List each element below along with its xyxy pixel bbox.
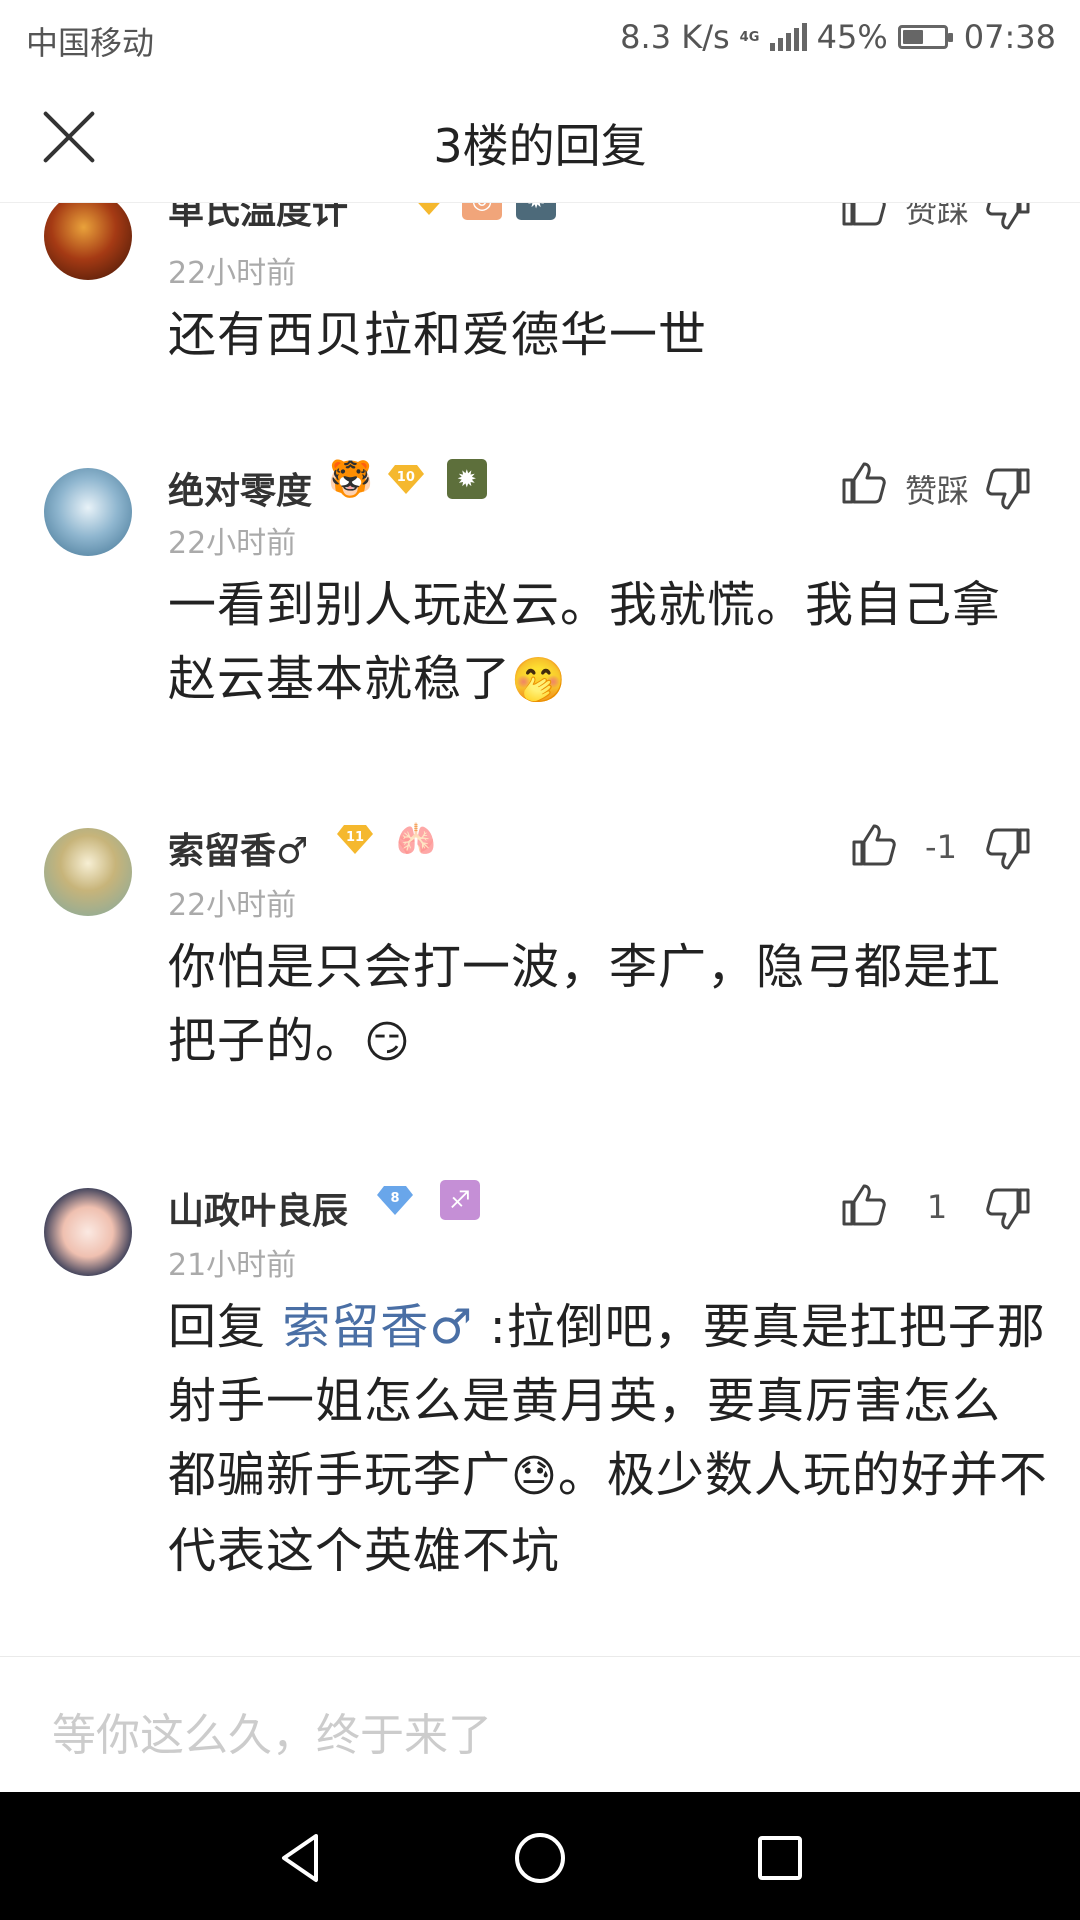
username[interactable]: 索留香♂ <box>168 822 308 874</box>
battery-icon <box>897 25 953 49</box>
level-badge-icon: 10 <box>387 463 425 495</box>
emoji-icon: 😏 <box>364 1017 411 1068</box>
lungs-icon: 🫁 <box>396 820 436 858</box>
tiger-icon: 🐯 <box>328 459 373 500</box>
user-badges: 8 ♐ <box>376 1180 480 1220</box>
comment-time: 22小时前 <box>168 256 297 291</box>
comment-text: 你怕是只会打一波，李广，隐弓都是扛把子的。😏 <box>168 930 1048 1080</box>
avatar[interactable] <box>44 202 132 280</box>
thumbs-down-icon[interactable] <box>986 202 1032 232</box>
reply-prefix: 回复 <box>168 1299 283 1355</box>
battery-percent: 45% <box>816 18 888 56</box>
thumbs-up-icon[interactable] <box>840 460 886 506</box>
network-type-icon: 4G <box>739 29 760 45</box>
clock: 07:38 <box>963 18 1056 56</box>
reply-input[interactable]: 等你这么久，终于来了 <box>52 1699 492 1763</box>
user-badges: ◎ ✹ <box>410 202 556 220</box>
level-badge-icon: 11 <box>336 823 374 855</box>
level-number: 10 <box>396 470 415 485</box>
comment-text-body: 一看到别人玩赵云。我就慌。我自己拿赵云基本就稳了 <box>168 577 1002 707</box>
avatar[interactable] <box>44 468 132 556</box>
comment-time: 22小时前 <box>168 526 297 561</box>
vote-label: 赞踩 <box>904 202 969 230</box>
comment-text: 还有西贝拉和爱德华一世 <box>168 307 708 363</box>
thumbs-up-icon[interactable] <box>850 822 896 868</box>
comment-item: 索留香♂ 11 🫁 -1 22小时前 你怕是只会打一波，李广，隐弓都是扛把子的。… <box>0 812 1080 1172</box>
user-badges: 🐯 10 ✹ <box>328 458 487 500</box>
medal-icon: ✹ <box>446 459 487 499</box>
username[interactable]: 山政叶良辰 <box>168 1182 348 1234</box>
comment-time: 21小时前 <box>168 1248 297 1283</box>
mention-link[interactable]: 索留香♂ <box>282 1299 473 1355</box>
emoji-icon: 😓 <box>511 1451 558 1502</box>
avatar[interactable] <box>44 1188 132 1276</box>
system-nav-bar <box>0 1792 1080 1920</box>
thumbs-up-icon[interactable] <box>840 1182 886 1228</box>
comment-text-body: 你怕是只会打一波，李广，隐弓都是扛把子的。 <box>168 939 1002 1069</box>
comment-item: 绝对零度 🐯 10 ✹ 赞踩 22小时前 一看到别人玩赵云。我就慌。我自己拿赵云… <box>0 452 1080 812</box>
network-speed: 8.3 K/s <box>620 18 730 56</box>
battery-fill <box>902 30 923 44</box>
level-badge-icon: 8 <box>376 1184 414 1216</box>
comment-time: 22小时前 <box>168 888 297 923</box>
level-badge-icon <box>410 202 448 216</box>
medal-icon: ✹ <box>516 202 556 220</box>
carrier-name: 中国移动 <box>26 24 155 62</box>
comment-text: 回复 索留香♂ :拉倒吧，要真是扛把子那射手一姐怎么是黄月英，要真厉害怎么都骗新… <box>168 1290 1048 1588</box>
user-badges: 11 🫁 <box>336 820 436 858</box>
level-number: 8 <box>390 1191 400 1206</box>
medal-icon: ◎ <box>462 202 502 220</box>
avatar[interactable] <box>44 828 132 916</box>
sagittarius-icon: ♐ <box>440 1180 480 1220</box>
vote-label: 1 <box>926 1188 948 1226</box>
comment-text: 一看到别人玩赵云。我就慌。我自己拿赵云基本就稳了🤭 <box>168 568 1048 718</box>
emoji-icon: 🤭 <box>511 655 567 706</box>
vote-label: 赞踩 <box>904 472 969 510</box>
signal-icon <box>769 23 807 51</box>
thumbs-down-icon[interactable] <box>986 1186 1032 1232</box>
status-bar: 中国移动 8.3 K/s 4G 45% 07:38 <box>0 0 1080 76</box>
page-title: 3楼的回复 <box>433 119 647 173</box>
comment-item: 山政叶良辰 8 ♐ 1 21小时前 回复 索留香♂ :拉倒吧，要真是扛把子那射手… <box>0 1172 1080 1656</box>
level-number: 11 <box>345 830 365 845</box>
page-header: 3楼的回复 <box>0 76 1080 203</box>
username[interactable]: 绝对零度 <box>168 462 312 514</box>
thumbs-down-icon[interactable] <box>986 466 1032 512</box>
home-icon[interactable] <box>510 1828 570 1888</box>
vote-label: -1 <box>925 828 957 866</box>
back-icon[interactable] <box>272 1828 332 1888</box>
comment-list[interactable]: 单氏温度计 ◎ ✹ 赞踩 22小时前 还有西贝拉和爱德华一世 绝对零度 🐯 10… <box>0 202 1080 1656</box>
recents-icon[interactable] <box>750 1828 810 1888</box>
status-bar-right: 8.3 K/s 4G 45% 07:38 <box>620 18 1056 56</box>
username[interactable]: 单氏温度计 <box>168 202 348 234</box>
thumbs-up-icon[interactable] <box>840 202 886 228</box>
thumbs-down-icon[interactable] <box>986 826 1032 872</box>
reply-input-bar[interactable]: 等你这么久，终于来了 <box>0 1656 1080 1793</box>
